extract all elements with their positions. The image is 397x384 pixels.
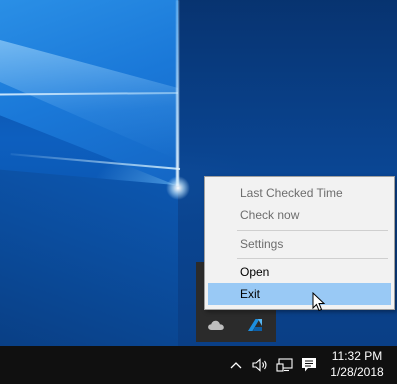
- wallpaper-light-beam: [176, 0, 179, 186]
- menu-separator: [237, 230, 388, 231]
- onedrive-cloud-icon[interactable]: [205, 314, 227, 336]
- menu-item-exit[interactable]: Exit: [208, 283, 391, 305]
- menu-item-settings: Settings: [240, 237, 284, 251]
- menu-item-check-now: Check now: [240, 208, 300, 222]
- network-icon[interactable]: [276, 356, 294, 374]
- action-center-icon[interactable]: [300, 356, 318, 374]
- wallpaper-light-glow: [166, 176, 190, 200]
- menu-item-open[interactable]: Open: [208, 261, 391, 283]
- tray-context-menu: Last Checked Time Check now Settings Ope…: [204, 176, 395, 310]
- menu-separator: [237, 258, 388, 259]
- clock-date: 1/28/2018: [330, 365, 384, 379]
- autodesk-icon[interactable]: [244, 314, 266, 336]
- clock-time: 11:32 PM: [331, 349, 383, 363]
- wallpaper-window-pane-bottom: [0, 169, 178, 346]
- chevron-up-icon[interactable]: [229, 356, 243, 374]
- mouse-cursor-icon: [312, 291, 326, 312]
- taskbar-clock[interactable]: 11:32 PM 1/28/2018: [322, 348, 392, 380]
- volume-icon[interactable]: [252, 356, 270, 374]
- menu-item-last-checked-time: Last Checked Time: [240, 186, 343, 200]
